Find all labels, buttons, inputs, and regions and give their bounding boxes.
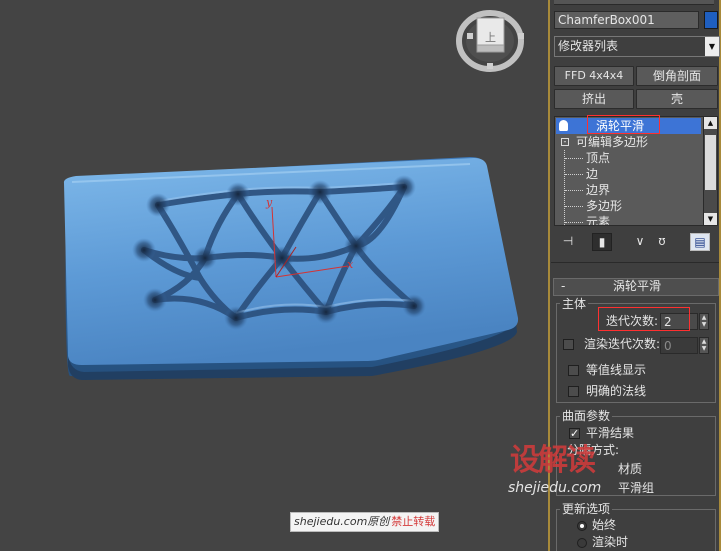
perspective-viewport[interactable]: y x 上 shejiedu.com原创 禁止转载 — [0, 0, 548, 551]
tree-branch — [565, 206, 583, 207]
modifier-list-label: 修改器列表 — [558, 39, 619, 53]
configure-sets-icon[interactable]: ▤ — [690, 233, 710, 251]
highlight-iterations — [598, 307, 690, 331]
isoline-display-label: 等值线显示 — [586, 363, 647, 377]
watermark-warning: 禁止转载 — [391, 515, 436, 528]
viewcube[interactable]: 上 — [456, 10, 524, 72]
show-end-result-icon[interactable]: ▮ — [592, 233, 612, 251]
always-label: 始终 — [592, 518, 617, 532]
logo-url: shejiedu.com — [508, 480, 602, 496]
rollout-title: 涡轮平滑 — [613, 279, 662, 293]
extrude-button[interactable]: 挤出 — [554, 89, 634, 109]
smooth-result-label: 平滑结果 — [586, 426, 635, 440]
when-rendering-radio[interactable] — [577, 538, 587, 548]
rollout-collapse-icon[interactable]: - — [561, 279, 565, 294]
explicit-normals-label: 明确的法线 — [586, 384, 647, 398]
stack-subitem-polygon[interactable]: 多边形 — [565, 198, 701, 214]
isoline-display-checkbox[interactable] — [568, 365, 579, 376]
stack-item-editable-poly[interactable]: - 可编辑多边形 — [556, 134, 701, 150]
render-iters-input[interactable]: 0 — [660, 337, 698, 354]
render-iters-label: 渲染迭代次数: — [584, 337, 661, 351]
command-tabs[interactable] — [554, 0, 714, 5]
object-name-field[interactable]: ChamferBox001 — [554, 11, 699, 29]
ffd-button[interactable]: FFD 4x4x4 — [554, 66, 634, 86]
render-iters-checkbox[interactable] — [563, 339, 574, 350]
bevel-profile-button[interactable]: 倒角剖面 — [636, 66, 718, 86]
stack-label-editable-poly: 可编辑多边形 — [576, 135, 649, 149]
scroll-up-arrow[interactable]: ▲ — [704, 117, 717, 129]
stack-label-vertex: 顶点 — [586, 151, 611, 165]
bottom-watermark: shejiedu.com原创 禁止转载 — [290, 512, 440, 532]
chamferbox-object — [63, 157, 519, 380]
modifier-list-dropdown[interactable]: 修改器列表 ▼ — [554, 36, 720, 57]
shell-button[interactable]: 壳 — [636, 89, 718, 109]
logo-watermark: 设解读 shejiedu.com — [508, 444, 648, 504]
scroll-down-arrow[interactable]: ▼ — [704, 213, 717, 225]
stack-label-element: 元素 — [586, 215, 611, 226]
collapse-toggle-icon[interactable]: - — [561, 138, 569, 146]
viewcube-face-label: 上 — [485, 31, 496, 44]
axis-y-label: y — [265, 196, 273, 209]
tree-branch — [565, 222, 583, 223]
surface-params-label: 曲面参数 — [560, 409, 613, 423]
chevron-down-icon[interactable]: ▼ — [705, 37, 719, 56]
tree-branch — [565, 190, 583, 191]
iterations-spinner[interactable]: ▲ ▼ — [699, 313, 709, 330]
main-group-label: 主体 — [560, 297, 589, 311]
update-options-label: 更新选项 — [560, 502, 613, 516]
highlight-turbosmooth — [587, 115, 660, 134]
viewport-scene[interactable]: y x 上 — [0, 0, 548, 551]
smooth-result-checkbox[interactable]: ✓ — [569, 428, 580, 439]
stack-subitem-vertex[interactable]: 顶点 — [565, 150, 701, 166]
stack-subitem-edge[interactable]: 边 — [565, 166, 701, 182]
when-rendering-label: 渲染时 — [592, 535, 629, 549]
explicit-normals-checkbox[interactable] — [568, 386, 579, 397]
axis-x-label: x — [347, 258, 354, 271]
pin-stack-icon[interactable]: ⊣ — [558, 233, 578, 251]
remove-modifier-icon[interactable]: ʊ — [652, 233, 672, 251]
panel-divider — [551, 262, 719, 263]
turbosmooth-rollout-header[interactable]: - 涡轮平滑 — [553, 278, 719, 296]
lightbulb-icon[interactable] — [559, 120, 568, 131]
always-radio[interactable] — [577, 521, 587, 531]
render-iters-spinner[interactable]: ▲ ▼ — [699, 337, 709, 354]
scroll-thumb[interactable] — [705, 135, 716, 190]
stack-label-polygon: 多边形 — [586, 199, 623, 213]
stack-scrollbar[interactable]: ▲ ▼ — [703, 117, 717, 225]
logo-text: 设解读 — [510, 443, 596, 478]
stack-label-edge: 边 — [586, 167, 599, 181]
tree-branch — [565, 158, 583, 159]
watermark-site: shejiedu.com原创 — [294, 515, 390, 528]
stack-label-border: 边界 — [586, 183, 611, 197]
stack-subitem-border[interactable]: 边界 — [565, 182, 701, 198]
tree-branch — [565, 174, 583, 175]
make-unique-icon[interactable]: ∨ — [630, 233, 650, 251]
object-color-swatch[interactable] — [704, 11, 718, 29]
stack-subitem-element[interactable]: 元素 — [565, 214, 701, 226]
